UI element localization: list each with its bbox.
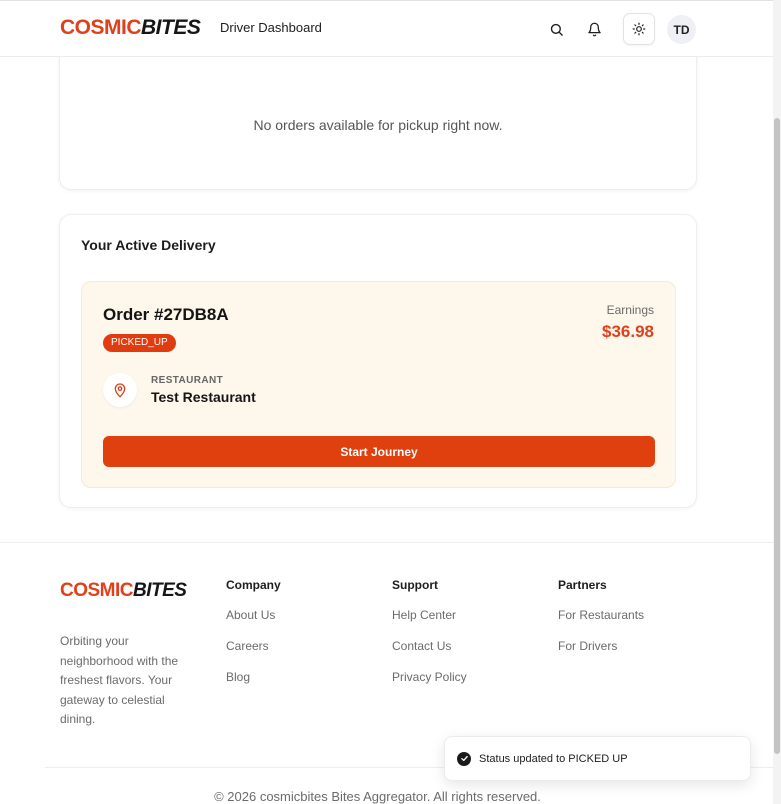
restaurant-label: RESTAURANT (151, 375, 224, 386)
footer-link-for-restaurants[interactable]: For Restaurants (558, 608, 644, 623)
check-circle-icon (457, 751, 471, 766)
status-badge: PICKED_UP (103, 334, 176, 352)
status-toast[interactable]: Status updated to PICKED UP (444, 736, 751, 781)
footer-logo[interactable]: COSMICBITES (60, 580, 187, 602)
active-order-box: Order #27DB8A PICKED_UP Earnings $36.98 … (81, 281, 676, 488)
search-button[interactable] (542, 15, 570, 43)
footer-link-for-drivers[interactable]: For Drivers (558, 639, 644, 654)
footer-link-contact-us[interactable]: Contact Us (392, 639, 467, 654)
nav-driver-dashboard[interactable]: Driver Dashboard (220, 20, 322, 35)
active-delivery-title: Your Active Delivery (81, 237, 216, 253)
scrollbar-track[interactable] (773, 0, 781, 804)
footer-tagline: Orbiting your neighborhood with the fres… (60, 634, 179, 726)
footer-logo-secondary: BITES (133, 580, 187, 601)
footer-link-careers[interactable]: Careers (226, 639, 281, 654)
footer-link-blog[interactable]: Blog (226, 670, 281, 685)
footer-column-title: Company (226, 578, 281, 592)
theme-toggle-button[interactable] (623, 13, 655, 45)
restaurant-pin (103, 373, 137, 407)
map-pin-icon (114, 383, 126, 398)
logo-primary: COSMIC (60, 16, 142, 39)
earnings-value: $36.98 (602, 322, 654, 341)
start-journey-button[interactable]: Start Journey (103, 436, 655, 467)
toast-message: Status updated to PICKED UP (479, 752, 628, 765)
top-header: COSMICBITES Driver Dashboard TD (0, 0, 773, 57)
brand-logo[interactable]: COSMICBITES (60, 15, 201, 41)
active-delivery-card: Your Active Delivery Order #27DB8A PICKE… (59, 214, 697, 508)
earnings-label: Earnings (606, 303, 654, 317)
empty-orders-message: No orders available for pickup right now… (253, 117, 503, 133)
footer-column-title: Partners (558, 578, 607, 592)
user-avatar[interactable]: TD (667, 15, 696, 44)
footer-link-privacy-policy[interactable]: Privacy Policy (392, 670, 467, 685)
logo-secondary: BITES (141, 16, 201, 39)
footer-logo-primary: COSMIC (60, 580, 134, 601)
footer-column-partners: Partners For Restaurants For Drivers (558, 578, 644, 670)
footer-link-about-us[interactable]: About Us (226, 608, 281, 623)
search-icon (550, 23, 563, 36)
footer-link-help-center[interactable]: Help Center (392, 608, 467, 623)
restaurant-name: Test Restaurant (151, 389, 256, 405)
footer-divider (0, 542, 773, 543)
footer-column-title: Support (392, 578, 438, 592)
scrollbar-thumb[interactable] (774, 118, 780, 754)
bell-icon (587, 22, 601, 36)
footer-column-company: Company About Us Careers Blog (226, 578, 281, 701)
sun-icon (632, 22, 646, 36)
copyright-text: © 2026 cosmicbites Bites Aggregator. All… (214, 789, 541, 804)
order-title: Order #27DB8A (103, 305, 229, 324)
footer-column-support: Support Help Center Contact Us Privacy P… (392, 578, 467, 701)
notifications-button[interactable] (580, 15, 608, 43)
